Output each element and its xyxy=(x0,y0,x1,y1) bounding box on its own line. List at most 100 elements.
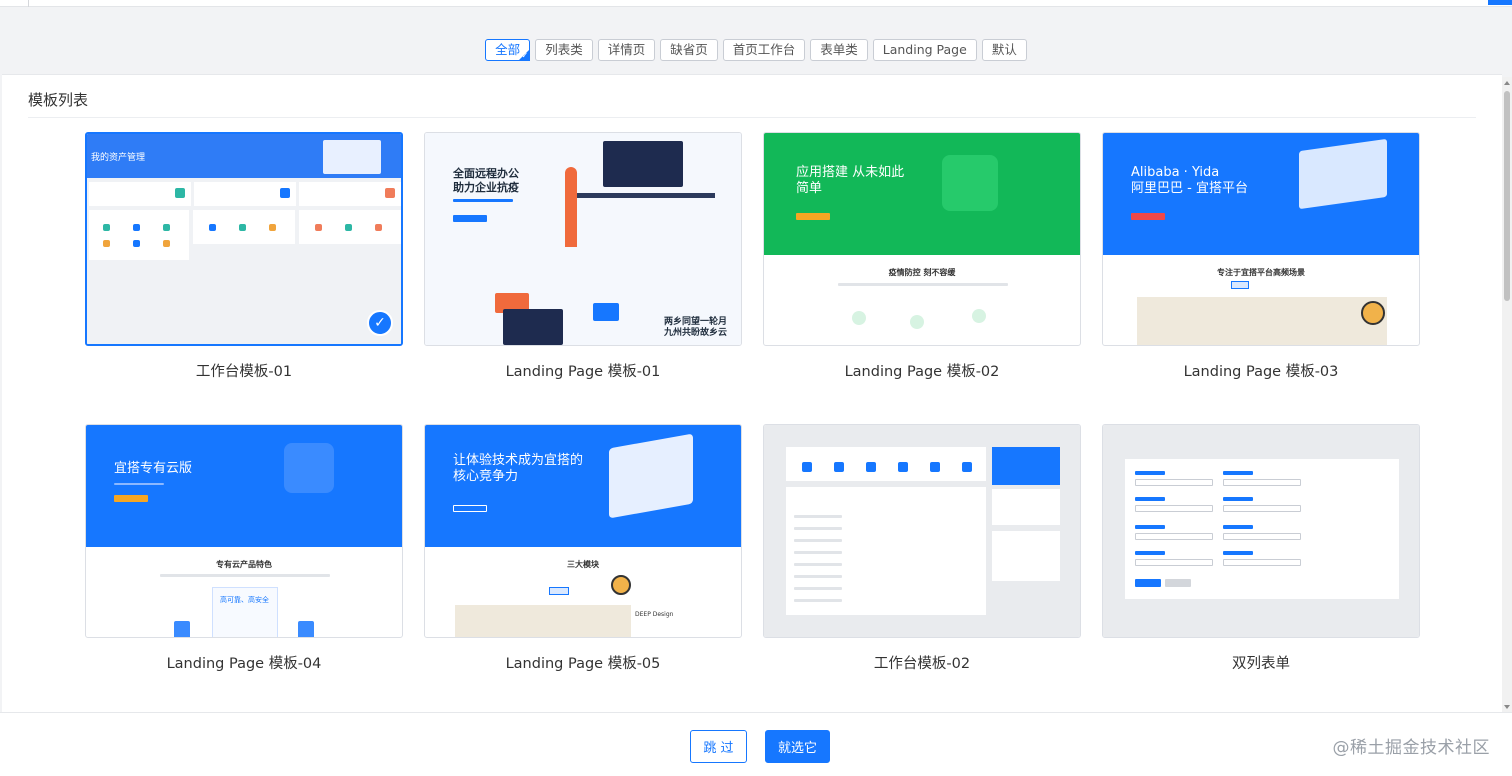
app-icon xyxy=(239,224,246,231)
skip-button[interactable]: 跳 过 xyxy=(690,730,747,763)
filter-tag-landing[interactable]: Landing Page xyxy=(872,39,977,61)
filter-label: Landing Page xyxy=(882,42,967,57)
thumb-hero-line: 核心竞争力 xyxy=(453,469,519,484)
template-card-landing-02[interactable]: 应用搭建 从未如此 简单 疫情防控 刻不容缓 Landing Page 模板-0… xyxy=(763,132,1081,381)
form-label xyxy=(1135,471,1165,475)
thumb-bottom-line: 九州共盼故乡云 xyxy=(663,328,727,338)
illustration-cube xyxy=(298,621,314,637)
app-icon xyxy=(315,224,322,231)
entry-icon xyxy=(866,462,876,472)
template-card-landing-03[interactable]: Alibaba · Yida 阿里巴巴 - 宜搭平台 专注于宜搭平台高频场景 L… xyxy=(1102,132,1420,381)
thumb-cta xyxy=(114,495,148,502)
illustration xyxy=(323,140,381,174)
template-thumbnail[interactable]: 应用搭建 从未如此 简单 疫情防控 刻不容缓 xyxy=(763,132,1081,346)
thumb-text-line xyxy=(838,283,1008,286)
vertical-scrollbar[interactable] xyxy=(1502,77,1512,713)
filter-tag-all[interactable]: 全部 ✓ xyxy=(485,39,531,61)
illustration xyxy=(284,443,334,493)
filter-tag-dashboard[interactable]: 首页工作台 xyxy=(722,39,806,61)
template-card-two-column-form[interactable]: 双列表单 xyxy=(1102,424,1420,673)
table-row xyxy=(794,599,842,602)
table-row xyxy=(794,527,842,530)
template-card-label: Landing Page 模板-05 xyxy=(505,656,661,672)
thumb-tab xyxy=(549,587,569,595)
illustration xyxy=(1299,138,1387,210)
check-icon: ✓ xyxy=(521,51,529,60)
app-icon xyxy=(375,224,382,231)
filter-tag-detail[interactable]: 详情页 xyxy=(597,39,656,61)
category-filter-bar: 全部 ✓ 列表类 详情页 缺省页 首页工作台 表单类 Landing Page … xyxy=(0,39,1512,61)
template-card-landing-05[interactable]: 让体验技术成为宜搭的 核心竞争力 三大模块 DEEP Design Landin… xyxy=(424,424,742,673)
thumb-text-line xyxy=(160,574,330,577)
template-card-label: Landing Page 模板-02 xyxy=(844,364,1000,380)
thumb-hero-line: Alibaba · Yida xyxy=(1131,165,1220,180)
filter-tag-default[interactable]: 默认 xyxy=(981,39,1027,61)
template-card-label: 工作台模板-01 xyxy=(195,364,293,380)
template-thumbnail[interactable]: 我的资产管理 ✓ xyxy=(85,132,403,346)
template-card-workbench-01[interactable]: 我的资产管理 ✓ 工作台模板-01 xyxy=(85,132,403,381)
template-card-workbench-02[interactable]: 工作台模板-02 xyxy=(763,424,1081,673)
illustration-plant xyxy=(565,167,577,247)
entry-icon xyxy=(834,462,844,472)
filter-label: 全部 xyxy=(495,42,521,57)
stat-icon xyxy=(385,188,395,198)
template-thumbnail[interactable] xyxy=(763,424,1081,638)
illustration-cube xyxy=(174,621,190,637)
side-panel xyxy=(992,531,1060,581)
filter-label: 默认 xyxy=(991,42,1017,57)
app-icon xyxy=(163,240,170,247)
thumb-hero-title: Alibaba · Yida 阿里巴巴 - 宜搭平台 xyxy=(1131,165,1248,197)
entry-icon xyxy=(930,462,940,472)
thumb-section-title: 专注于宜搭平台高频场景 xyxy=(1217,268,1305,277)
form-input xyxy=(1223,559,1301,566)
form-label xyxy=(1223,471,1253,475)
template-thumbnail[interactable]: 全面远程办公 助力企业抗疫 两乡同望一轮月 九州共盼故乡云 xyxy=(424,132,742,346)
thumb-hero-title: 我的资产管理 xyxy=(91,153,146,163)
template-card-label: Landing Page 模板-04 xyxy=(166,656,322,672)
template-card-landing-01[interactable]: 全面远程办公 助力企业抗疫 两乡同望一轮月 九州共盼故乡云 Landing Pa… xyxy=(424,132,742,381)
template-thumbnail[interactable] xyxy=(1102,424,1420,638)
thumb-hero-title: 宜搭专有云版 xyxy=(114,461,193,476)
template-card-label: Landing Page 模板-01 xyxy=(505,364,661,380)
thumb-cta xyxy=(453,215,487,222)
table-row xyxy=(794,551,842,554)
template-thumbnail[interactable]: 让体验技术成为宜搭的 核心竞争力 三大模块 DEEP Design xyxy=(424,424,742,638)
filter-tag-empty[interactable]: 缺省页 xyxy=(660,39,718,61)
filter-label: 首页工作台 xyxy=(732,42,796,57)
app-icon xyxy=(103,240,110,247)
thumb-hero xyxy=(86,425,402,547)
select-template-button[interactable]: 就选它 xyxy=(765,730,830,763)
app-icon xyxy=(103,224,110,231)
thumb-hero-title: 让体验技术成为宜搭的 核心竞争力 xyxy=(453,453,583,485)
template-thumbnail[interactable]: Alibaba · Yida 阿里巴巴 - 宜搭平台 专注于宜搭平台高频场景 xyxy=(1102,132,1420,346)
filter-label: 详情页 xyxy=(607,42,646,57)
illustration-photo xyxy=(455,605,631,637)
form-label xyxy=(1223,525,1253,529)
template-thumbnail[interactable]: 宜搭专有云版 专有云产品特色 高可靠、高安全 xyxy=(85,424,403,638)
toolbar-divider xyxy=(28,0,29,7)
selected-check-icon: ✓ xyxy=(367,310,393,336)
form-label xyxy=(1223,551,1253,555)
thumb-hero-title: 应用搭建 从未如此 简单 xyxy=(796,165,904,197)
filter-label: 表单类 xyxy=(820,42,858,57)
scroll-up-icon[interactable] xyxy=(1504,81,1510,85)
filter-tag-form[interactable]: 表单类 xyxy=(810,39,868,61)
thumb-hero-line: 让体验技术成为宜搭的 xyxy=(453,453,584,468)
scroll-down-icon[interactable] xyxy=(1504,705,1510,709)
scrollbar-thumb[interactable] xyxy=(1504,91,1510,301)
filter-tag-list[interactable]: 列表类 xyxy=(535,39,593,61)
form-label xyxy=(1135,497,1165,501)
template-card-landing-04[interactable]: 宜搭专有云版 专有云产品特色 高可靠、高安全 Landing Page 模板-0… xyxy=(85,424,403,673)
thumb-section-title: 三大模块 xyxy=(567,560,599,569)
table-row xyxy=(794,575,842,578)
illustration-bubble xyxy=(593,303,619,321)
thumb-tab xyxy=(1231,281,1249,289)
form-label xyxy=(1223,497,1253,501)
app-icon xyxy=(133,240,140,247)
form-input xyxy=(1135,505,1213,512)
app-icon xyxy=(345,224,352,231)
template-list-panel: 模板列表 我的资产管理 ✓ 工作台模板-01 全面远程办公 助力企业抗疫 两乡同… xyxy=(2,74,1502,712)
watermark: @稀土掘金技术社区 xyxy=(1332,738,1490,758)
thumb-bg xyxy=(425,133,741,345)
clock-icon xyxy=(1361,301,1385,325)
